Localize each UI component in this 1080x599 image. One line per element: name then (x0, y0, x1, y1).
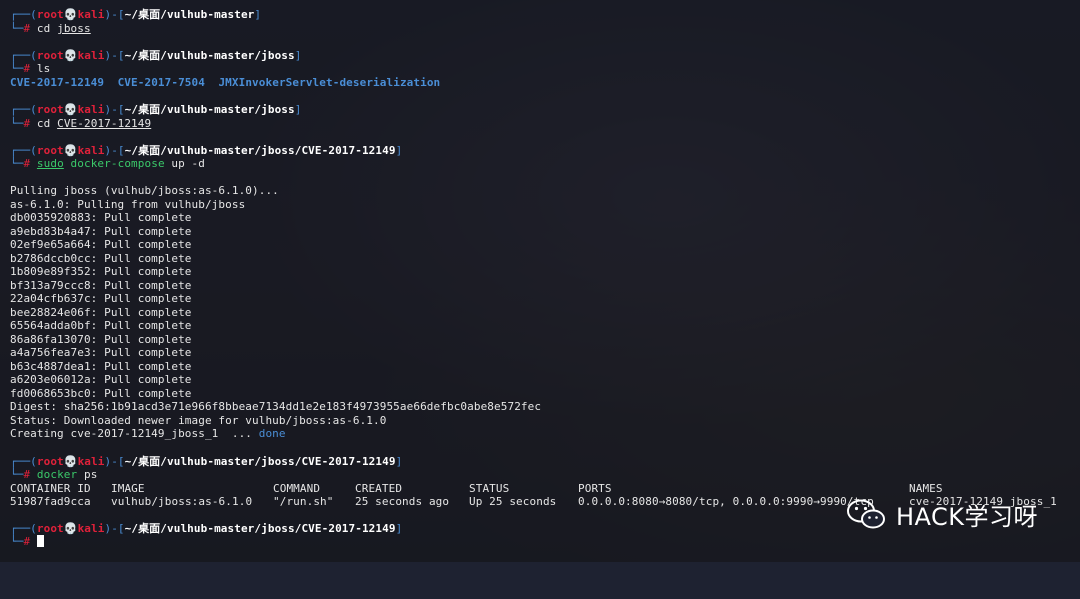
ps-cell: "/run.sh" (273, 495, 334, 508)
output-line: as-6.1.0: Pulling from vulhub/jboss (10, 198, 246, 211)
ps-header-cell: COMMAND (273, 482, 321, 495)
ls-entry: CVE-2017-7504 (117, 76, 205, 89)
output-line: bee28824e06f: Pull complete (10, 306, 192, 319)
output-line: Creating cve-2017-12149_jboss_1 ... done (10, 427, 286, 440)
output-line: 86a86fa13070: Pull complete (10, 333, 192, 346)
prompt-line: ┌──(root💀kali)-[~/桌面/vulhub-master/jboss… (10, 455, 403, 468)
prompt-line: ┌──(root💀kali)-[~/桌面/vulhub-master/jboss… (10, 144, 403, 157)
output-line: Pulling jboss (vulhub/jboss:as-6.1.0)... (10, 184, 279, 197)
terminal-cursor (36, 535, 44, 547)
output-line: Status: Downloaded newer image for vulhu… (10, 414, 387, 427)
ls-output: CVE-2017-12149 CVE-2017-7504 JMXInvokerS… (10, 76, 440, 89)
ls-entry: JMXInvokerServlet-deserialization (218, 76, 441, 89)
ps-header-cell: CONTAINER ID (10, 482, 91, 495)
prompt-line: ┌──(root💀kali)-[~/桌面/vulhub-master/jboss… (10, 103, 302, 116)
command-line: └─# sudo docker-compose up -d (10, 157, 206, 170)
output-line: Digest: sha256:1b91acd3e71e966f8bbeae713… (10, 400, 542, 413)
watermark-text: HACK学习呀 (896, 502, 1039, 531)
output-line: a9ebd83b4a47: Pull complete (10, 225, 192, 238)
output-line: bf313a79ccc8: Pull complete (10, 279, 192, 292)
prompt-line: ┌──(root💀kali)-[~/桌面/vulhub-master] (10, 8, 262, 21)
prompt-line: ┌──(root💀kali)-[~/桌面/vulhub-master/jboss… (10, 49, 302, 62)
prompt-line: ┌──(root💀kali)-[~/桌面/vulhub-master/jboss… (10, 522, 403, 535)
terminal-window[interactable]: ┌──(root💀kali)-[~/桌面/vulhub-master] └─# … (0, 0, 1080, 562)
ps-header-cell: CREATED (355, 482, 403, 495)
output-line: 65564adda0bf: Pull complete (10, 319, 192, 332)
output-line: 1b809e89f352: Pull complete (10, 265, 192, 278)
wechat-icon (847, 499, 885, 529)
ps-cell: 25 seconds ago (355, 495, 450, 508)
ps-cell: vulhub/jboss:as-6.1.0 (111, 495, 253, 508)
ps-header-cell: PORTS (578, 482, 612, 495)
command-line: └─# docker ps (10, 468, 98, 481)
output-line: fd0068653bc0: Pull complete (10, 387, 192, 400)
ps-cell: 0.0.0.0:8080→8080/tcp, 0.0.0.0:9990→9990… (578, 495, 874, 508)
ps-cell: 51987fad9cca (10, 495, 91, 508)
ps-header-cell: STATUS (469, 482, 510, 495)
ls-entry: CVE-2017-12149 (10, 76, 105, 89)
output-line: b2786dccb0cc: Pull complete (10, 252, 192, 265)
command-line[interactable]: └─# (10, 535, 44, 548)
command-line: └─# ls (10, 62, 51, 75)
output-line: db0035920883: Pull complete (10, 211, 192, 224)
ps-cell: Up 25 seconds (469, 495, 557, 508)
output-line: 02ef9e65a664: Pull complete (10, 238, 192, 251)
output-line: a6203e06012a: Pull complete (10, 373, 192, 386)
ps-header-cell: IMAGE (111, 482, 145, 495)
command-line: └─# cd jboss (10, 22, 91, 35)
ps-header-cell: NAMES (909, 482, 943, 495)
output-line: b63c4887dea1: Pull complete (10, 360, 192, 373)
command-line: └─# cd CVE-2017-12149 (10, 117, 152, 130)
ps-table-header: CONTAINER ID IMAGE COMMAND CREATED STATU… (10, 482, 1070, 495)
done-status: done (258, 427, 286, 440)
skull-icon: 💀 (63, 8, 78, 21)
output-line: 22a04cfb637c: Pull complete (10, 292, 192, 305)
output-line: a4a756fea7e3: Pull complete (10, 346, 192, 359)
wechat-watermark: HACK学习呀 (846, 496, 1038, 532)
